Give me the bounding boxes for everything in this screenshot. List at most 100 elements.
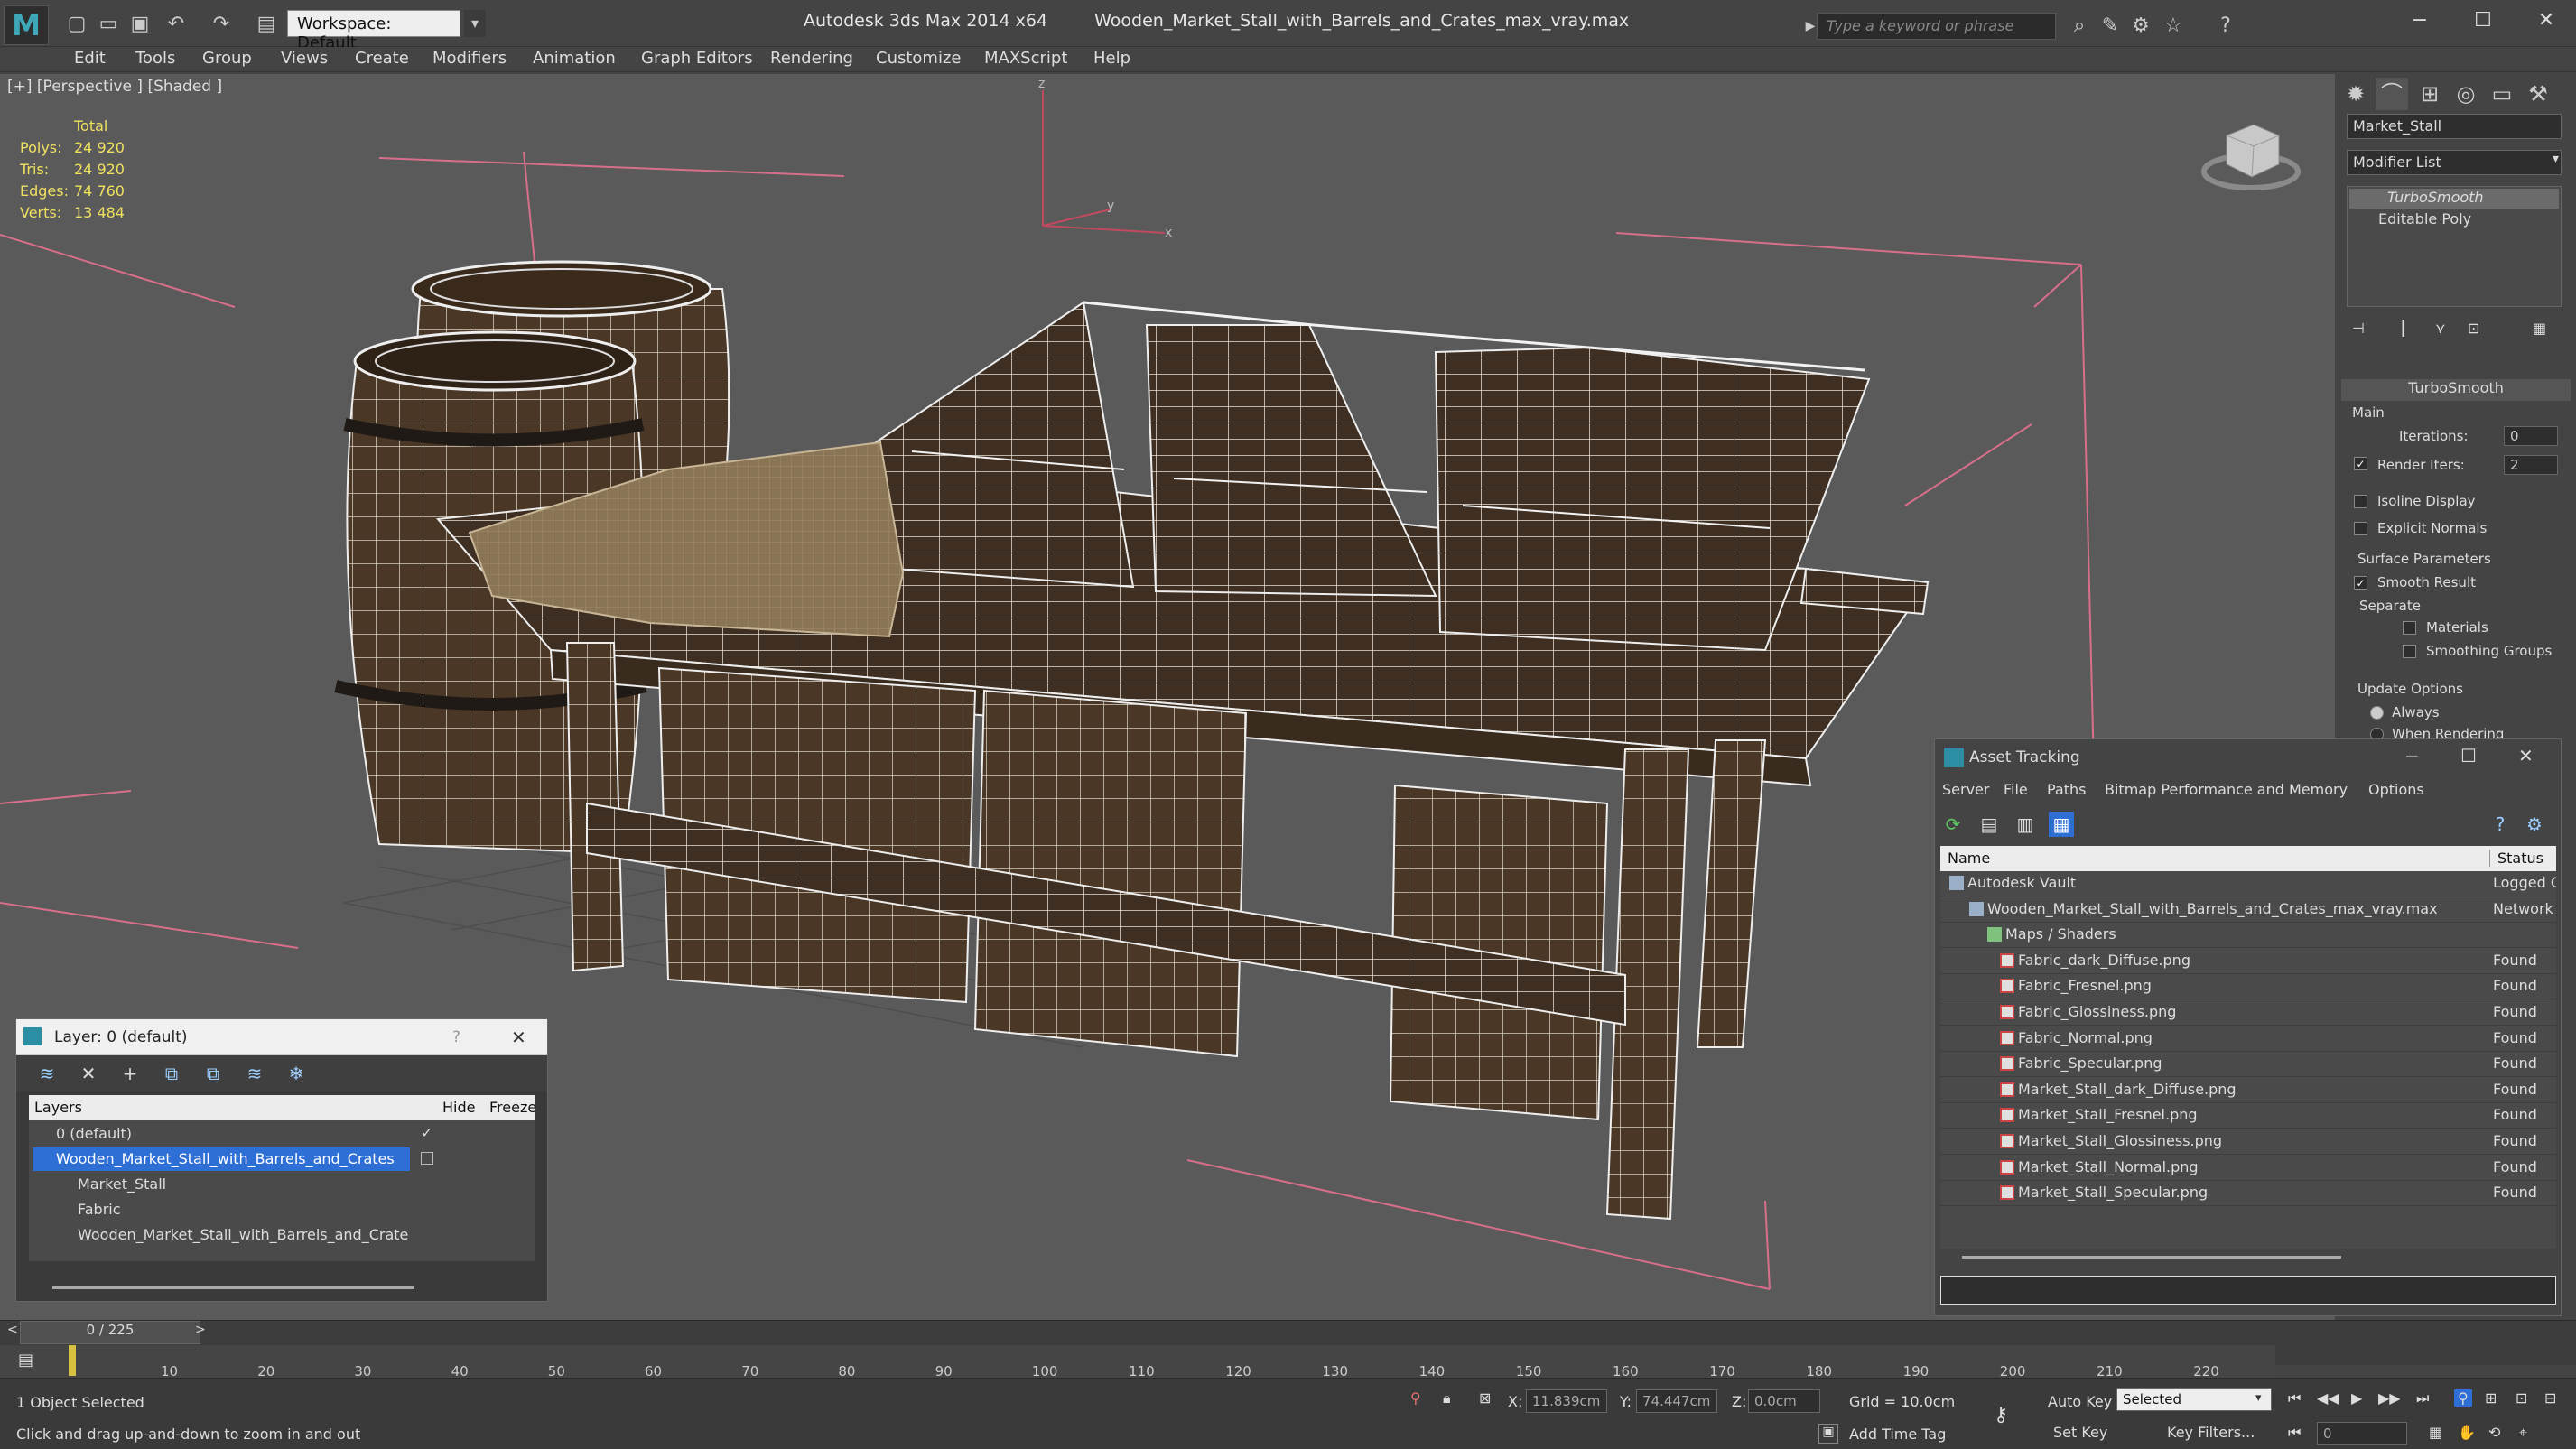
pin-stack-icon[interactable]: ⊣ [2352,320,2365,337]
menu-animation[interactable]: Animation [533,49,616,68]
col-hide[interactable]: Hide [442,1099,475,1116]
menu-tools[interactable]: Tools [135,49,175,68]
search-input[interactable]: Type a keyword or phrase [1817,13,2056,40]
time-marker[interactable] [69,1345,76,1376]
asset-scrollbar[interactable] [1962,1256,2341,1259]
asset-menu-paths[interactable]: Paths [2047,781,2086,798]
make-unique-icon[interactable]: ⋎ [2435,320,2446,337]
asset-row[interactable]: Market_Stall_dark_Diffuse.png Found [1940,1078,2556,1103]
add-to-layer-icon[interactable]: + [117,1061,143,1086]
isolate-icon[interactable]: ⚲ [1410,1389,1421,1407]
asset-menu-server[interactable]: Server [1942,781,1989,798]
stack-item-turbosmooth[interactable]: TurboSmooth [2349,189,2559,209]
modifier-list-dropdown[interactable]: Modifier List [2347,150,2562,175]
layer-active-box-icon[interactable] [421,1152,433,1165]
hierarchy-tab-icon[interactable]: ⊞ [2413,78,2446,110]
select-objects-icon[interactable]: ⧉ [159,1061,184,1086]
active-layer-check-icon[interactable]: ✓ [421,1124,432,1141]
detail-view-icon[interactable]: ▥ [2013,812,2038,837]
redo-icon[interactable]: ↷ [208,11,235,38]
isoline-display-checkbox[interactable] [2354,495,2367,508]
modify-tab-icon[interactable]: ⌒ [2376,78,2408,110]
layer-row[interactable]: Wooden_Market_Stall_with_Barrels_and_Cra… [29,1147,535,1173]
render-iters-checkbox[interactable]: ✓ [2354,457,2367,470]
asset-menu-bitmap[interactable]: Bitmap Performance and Memory [2105,781,2348,798]
asset-row[interactable]: Fabric_Specular.png Found [1940,1052,2556,1078]
asset-path-field[interactable] [1940,1276,2556,1305]
open-file-icon[interactable]: ▭ [95,11,122,38]
z-coordinate-field[interactable]: 0.0cm [1748,1389,1820,1413]
asset-row[interactable]: Fabric_dark_Diffuse.png Found [1940,949,2556,974]
col-status[interactable]: Status [2489,850,2543,867]
layer-window-titlebar[interactable]: Layer: 0 (default) ? ✕ [16,1019,547,1055]
add-time-tag[interactable]: Add Time Tag [1849,1426,1946,1443]
x-coordinate-field[interactable]: 11.839cm [1526,1389,1607,1413]
binoculars-icon[interactable]: ⌕ [2066,13,2093,40]
asset-minimize-icon[interactable]: − [2404,745,2420,766]
menu-group[interactable]: Group [202,49,252,68]
prev-frame-icon[interactable]: ◀︎◀︎ [2317,1389,2339,1407]
slider-next-icon[interactable]: > [195,1323,206,1337]
asset-row[interactable]: Market_Stall_Normal.png Found [1940,1156,2556,1181]
current-frame-field[interactable]: 0 [2317,1422,2407,1445]
always-radio[interactable] [2370,706,2384,720]
col-name[interactable]: Name [1948,850,1990,867]
app-logo-icon[interactable]: M [4,5,49,45]
project-folder-icon[interactable]: ▤ [253,11,280,38]
asset-row[interactable]: Fabric_Normal.png Found [1940,1026,2556,1052]
communication-icon[interactable]: ⚙ [2127,13,2154,40]
menu-customize[interactable]: Customize [876,49,961,68]
fov-icon[interactable]: ⌖ [2519,1424,2527,1442]
layer-close-icon[interactable]: ✕ [511,1026,526,1048]
asset-help-icon[interactable]: ? [2488,812,2513,837]
layer-row[interactable]: 0 (default) ✓ [29,1122,535,1147]
play-icon[interactable]: ▶ [2351,1389,2362,1407]
create-tab-icon[interactable]: ✹ [2339,78,2372,110]
asset-row[interactable]: Maps / Shaders [1940,923,2556,949]
show-end-result-icon[interactable]: ┃ [2399,320,2408,337]
zoom-icon[interactable]: ⚲ [2454,1389,2472,1407]
workspace-dropdown[interactable]: Workspace: Default [287,10,460,52]
maximize-viewport-icon[interactable]: ⊟ [2544,1389,2556,1407]
menu-help[interactable]: Help [1093,49,1130,68]
layer-row[interactable]: Market_Stall [29,1173,535,1198]
hide-all-icon[interactable]: ≋ [242,1061,267,1086]
menu-rendering[interactable]: Rendering [770,49,853,68]
asset-menu-options[interactable]: Options [2368,781,2424,798]
motion-tab-icon[interactable]: ◎ [2450,78,2482,110]
maximize-icon[interactable]: ☐ [2465,7,2501,34]
slider-prev-icon[interactable]: < [7,1323,18,1337]
goto-end-icon[interactable]: ⏭ [2416,1389,2429,1407]
key-mode-icon[interactable]: ⏮ [2288,1424,2301,1442]
menu-maxscript[interactable]: MAXScript [984,49,1067,68]
menu-modifiers[interactable]: Modifiers [432,49,507,68]
zoom-all-icon[interactable]: ⊞ [2485,1389,2497,1407]
layer-row[interactable]: Fabric [29,1198,535,1223]
auto-key-button[interactable]: Auto Key [2048,1393,2112,1410]
subscription-icon[interactable]: ✎ [2097,13,2124,40]
asset-row[interactable]: Market_Stall_Fresnel.png Found [1940,1103,2556,1129]
y-coordinate-field[interactable]: 74.447cm [1636,1389,1717,1413]
set-key-button[interactable]: Set Key [2053,1424,2107,1441]
refresh-icon[interactable]: ⟳ [1940,812,1966,837]
pan-icon[interactable]: ✋ [2458,1424,2476,1441]
menu-views[interactable]: Views [281,49,328,68]
time-tag-icon[interactable]: ▣ [1818,1424,1838,1444]
new-layer-icon[interactable]: ≋ [34,1061,60,1086]
curve-editor-icon[interactable]: ▤ [18,1351,33,1370]
rollout-turbosmooth[interactable]: TurboSmooth [2341,379,2571,401]
save-file-icon[interactable]: ▣ [126,11,153,38]
help-icon[interactable]: ? [2212,13,2239,40]
asset-row[interactable]: Fabric_Fresnel.png Found [1940,974,2556,1000]
col-freeze[interactable]: Freeze [489,1099,536,1116]
asset-maximize-icon[interactable]: ☐ [2460,745,2477,766]
asset-row[interactable]: Market_Stall_Glossiness.png Found [1940,1129,2556,1155]
smooth-result-checkbox[interactable]: ✓ [2354,576,2367,590]
new-file-icon[interactable]: ▢ [63,11,90,38]
layer-help-icon[interactable]: ? [452,1028,460,1046]
iterations-spinner[interactable]: 0 [2504,426,2558,446]
asset-row[interactable]: Wooden_Market_Stall_with_Barrels_and_Cra… [1940,897,2556,923]
layer-row[interactable]: Wooden_Market_Stall_with_Barrels_and_Cra… [29,1223,535,1249]
delete-layer-icon[interactable]: ✕ [76,1061,101,1086]
utilities-tab-icon[interactable]: ⚒ [2522,78,2554,110]
